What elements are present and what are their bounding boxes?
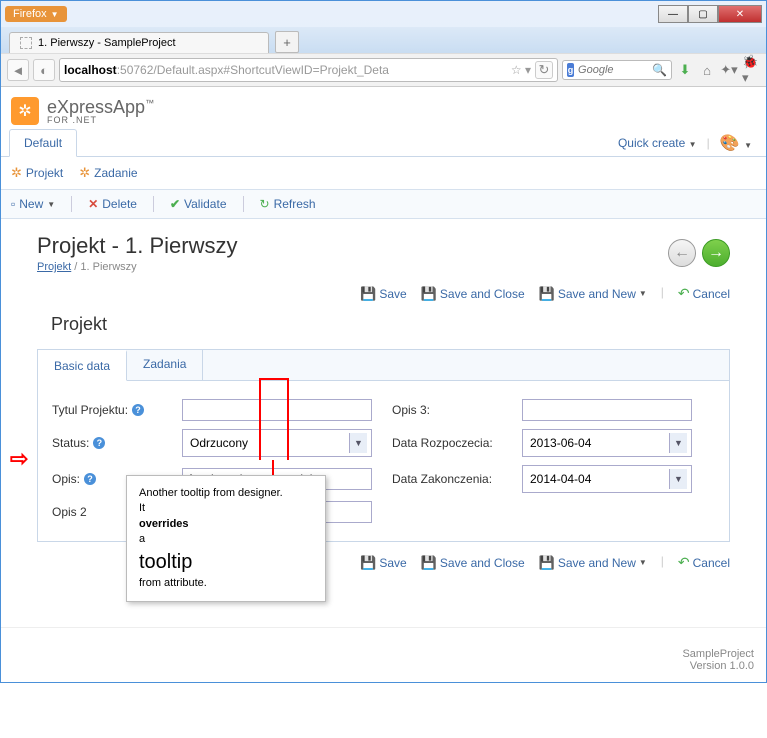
breadcrumb: Projekt / 1. Pierwszy [37,261,238,273]
chevron-down-icon[interactable]: ▼ [669,469,687,489]
gear-icon: ✲ [79,165,90,181]
footer: SampleProject Version 1.0.0 [1,627,766,682]
save-button[interactable]: 💾Save [360,285,407,302]
save-new-button[interactable]: 💾Save and New ▼ [539,285,647,302]
browser-tab-title: 1. Pierwszy - SampleProject [38,37,176,49]
browser-tab[interactable]: 1. Pierwszy - SampleProject [9,32,269,53]
download-icon[interactable]: ⬇ [676,61,694,79]
window-titlebar: Firefox ▼ — ▢ ✕ [1,1,766,27]
delete-button[interactable]: ✕Delete [88,196,137,212]
subnav-zadanie[interactable]: ✲Zadanie [79,165,137,181]
search-icon[interactable]: 🔍 [652,63,667,77]
date-zak[interactable]: ▼ [522,465,692,493]
save-button[interactable]: 💾Save [360,554,407,571]
label-data-rozp: Data Rozpoczecia: [392,436,502,450]
date-rozp[interactable]: ▼ [522,429,692,457]
save-new-button[interactable]: 💾Save and New ▼ [539,554,647,571]
document-icon: ▫ [11,197,15,211]
action-bar: ▫New ▼ ✕Delete ✔Validate ↻Refresh [1,189,766,219]
subnav-projekt[interactable]: ✲Projekt [11,165,63,181]
chevron-down-icon: ▼ [639,289,647,298]
validate-button[interactable]: ✔Validate [170,196,227,212]
page-title: Projekt - 1. Pierwszy [37,233,238,259]
topnav-tab-default[interactable]: Default [9,129,77,157]
brand-text: eXpressApp™ FOR .NET [47,97,154,125]
save-icon: 💾 [360,286,376,302]
detail-tab-host: Basic data Zadania ⇨ ▼ Tytul Projektu: ?… [37,349,730,542]
breadcrumb-leaf: 1. Pierwszy [80,261,136,273]
nav-forward-button[interactable]: → [702,239,730,267]
brand-logo-icon: ✲ [11,97,39,125]
browser-tabstrip: 1. Pierwszy - SampleProject + [1,27,766,53]
undo-icon: ↶ [678,554,690,571]
close-button[interactable]: ✕ [718,5,762,23]
theme-icon[interactable]: 🎨 ▼ [720,133,752,153]
check-icon: ✔ [170,197,180,211]
new-tab-button[interactable]: + [275,31,299,53]
url-toolbar: ◄ ◐ localhost:50762/Default.aspx#Shortcu… [1,53,766,87]
chevron-down-icon: ▼ [689,140,697,149]
input-opis3[interactable] [522,399,692,421]
globe-icon: ◐ [33,59,55,81]
section-title: Projekt [51,314,730,335]
chevron-down-icon: ▼ [639,558,647,567]
save-new-icon: 💾 [539,555,555,571]
save-close-button[interactable]: 💾Save and Close [421,554,525,571]
firebug-icon[interactable]: 🐞▾ [742,61,760,79]
save-close-button[interactable]: 💾Save and Close [421,285,525,302]
refresh-icon: ↻ [260,197,270,211]
feed-icon[interactable]: ☆ ▾ [511,63,531,77]
chevron-down-icon[interactable]: ▼ [669,433,687,453]
tooltip: Another tooltip from designer. It overri… [126,475,326,602]
refresh-button[interactable]: ↻Refresh [260,196,316,212]
tab-basic-data[interactable]: Basic data [38,350,127,381]
url-path: :50762/Default.aspx#ShortcutViewID=Proje… [117,63,389,77]
url-field[interactable]: localhost:50762/Default.aspx#ShortcutVie… [59,58,558,82]
brand-header: ✲ eXpressApp™ FOR .NET [1,87,766,129]
url-host: localhost [64,63,117,77]
home-icon[interactable]: ⌂ [698,61,716,79]
label-opis3: Opis 3: [392,403,502,417]
label-data-zak: Data Zakonczenia: [392,472,502,486]
minimize-button[interactable]: — [658,5,688,23]
cancel-button[interactable]: ↶Cancel [678,554,730,571]
label-status: Status: ? [52,436,162,450]
x-icon: ✕ [88,197,98,211]
chevron-down-icon: ▼ [47,200,55,209]
label-tytul: Tytul Projektu: ? [52,403,162,417]
google-icon: g [567,63,574,77]
page-icon [20,37,32,49]
help-icon[interactable]: ? [93,437,105,449]
save-new-icon: 💾 [539,286,555,302]
tab-zadania[interactable]: Zadania [127,350,203,380]
chevron-down-icon[interactable]: ▼ [349,433,367,453]
annotation-arrow-left: ⇨ [10,446,28,472]
help-icon[interactable]: ? [132,404,144,416]
reload-button[interactable]: ↻ [535,61,553,79]
annotation-box [259,378,289,460]
back-button[interactable]: ◄ [7,59,29,81]
firefox-menu-label: Firefox [13,8,47,20]
bookmarks-icon[interactable]: ✦▾ [720,61,738,79]
firefox-menu-button[interactable]: Firefox ▼ [5,6,67,22]
chevron-down-icon: ▼ [51,10,59,19]
help-icon[interactable]: ? [84,473,96,485]
cancel-button[interactable]: ↶Cancel [678,285,730,302]
save-close-icon: 💾 [421,286,437,302]
save-close-icon: 💾 [421,555,437,571]
nav-back-button[interactable]: ← [668,239,696,267]
search-input[interactable] [578,64,648,76]
new-button[interactable]: ▫New ▼ [11,196,55,212]
save-bar-top: 💾Save 💾Save and Close 💾Save and New ▼ | … [37,285,730,302]
breadcrumb-root[interactable]: Projekt [37,261,71,273]
maximize-button[interactable]: ▢ [688,5,718,23]
undo-icon: ↶ [678,285,690,302]
sub-nav: ✲Projekt ✲Zadanie [1,157,766,189]
quick-create-link[interactable]: Quick create ▼ [618,136,697,150]
save-icon: 💾 [360,555,376,571]
top-nav: Default Quick create ▼ | 🎨 ▼ [1,129,766,157]
search-field[interactable]: g 🔍 [562,60,672,80]
gear-icon: ✲ [11,165,22,181]
